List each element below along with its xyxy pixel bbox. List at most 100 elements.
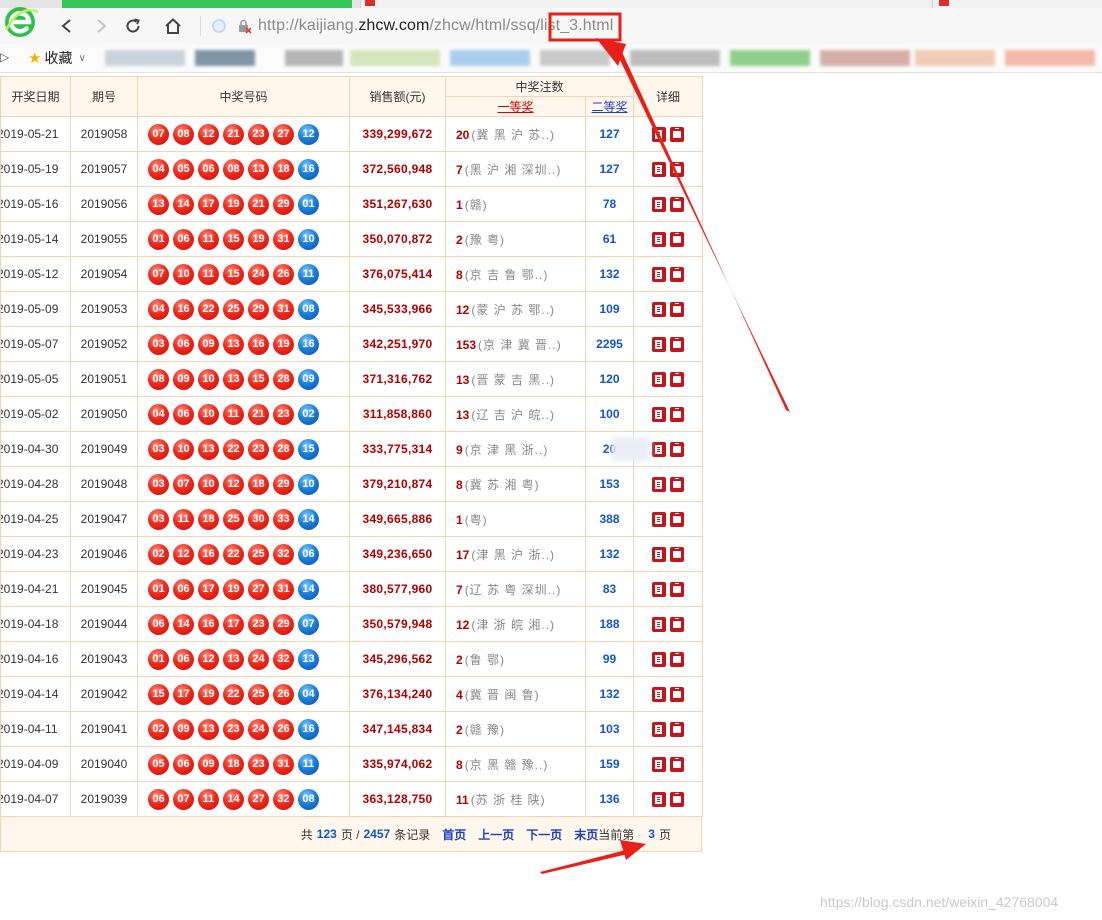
header-row: 开奖日期 期号 中奖号码 销售额(元) 中奖注数 详细 (0, 76, 704, 117)
document-icon[interactable] (652, 231, 667, 247)
video-icon[interactable] (670, 791, 685, 807)
winning-numbers: 13 14 17 19 21 29 01 (138, 193, 349, 215)
document-icon[interactable] (652, 546, 667, 562)
back-arrow-icon[interactable] (54, 13, 80, 39)
blue-ball: 02 (298, 403, 319, 425)
video-icon[interactable] (670, 266, 685, 282)
table-row: 2019-04-28 2019048 03 07 10 12 18 29 10 379,210,8… (0, 466, 704, 502)
bookmarks-favorites[interactable]: ★ 收藏 ∨ (28, 48, 86, 68)
red-ball: 22 (223, 438, 244, 460)
video-icon[interactable] (670, 616, 685, 632)
video-icon[interactable] (670, 546, 685, 562)
table-row: 2019-05-21 2019058 07 08 12 21 23 27 12 339,299,6… (0, 116, 704, 152)
first-prize-provinces: (京 津 冀 晋..) (478, 337, 562, 352)
document-icon[interactable] (652, 721, 667, 737)
blurred-bookmark (195, 50, 255, 66)
tab-3[interactable] (932, 0, 1102, 8)
video-icon[interactable] (670, 476, 685, 492)
first-prize-count: 8 (456, 267, 463, 282)
draw-date: 2019-04-16 (0, 652, 59, 666)
bookmarks-overflow-icon[interactable]: ▷ (0, 50, 9, 64)
video-icon[interactable] (670, 721, 685, 737)
video-icon[interactable] (670, 196, 685, 212)
pager-next-link[interactable]: 下一页 (526, 826, 562, 843)
video-icon[interactable] (670, 581, 685, 597)
red-ball: 10 (173, 263, 194, 285)
document-icon[interactable] (652, 406, 667, 422)
cell-date: 2019-05-05 (0, 361, 71, 397)
video-icon[interactable] (670, 686, 685, 702)
draw-date: 2019-04-09 (0, 757, 59, 771)
document-icon[interactable] (652, 756, 667, 772)
table-row: 2019-05-05 2019051 08 09 10 13 15 28 09 371,316,7… (0, 361, 704, 397)
pager-prev-link[interactable]: 上一页 (478, 826, 514, 843)
pager-last-link[interactable]: 末页 (574, 826, 598, 843)
blurred-bookmark (820, 50, 910, 66)
cell-second-prize: 132 (584, 256, 635, 292)
tab-2[interactable] (360, 0, 931, 8)
document-icon[interactable] (652, 196, 667, 212)
tab-active[interactable] (62, 0, 352, 8)
cell-second-prize: 83 (584, 571, 635, 607)
first-prize-provinces: (京 津 黑 浙..) (464, 442, 549, 457)
url-text[interactable]: http://kaijiang.zhcw.com/zhcw/html/ssq/l… (258, 17, 613, 35)
video-icon[interactable] (670, 406, 685, 422)
pager-first-link[interactable]: 首页 (442, 826, 466, 843)
cell-date: 2019-04-30 (0, 431, 71, 467)
cell-date: 2019-05-09 (0, 291, 71, 327)
document-icon[interactable] (652, 371, 667, 387)
pagination: 共 123 页 / 2457 条记录 首页 上一页 下一页 末页 当前第 3 页 (0, 817, 702, 852)
video-icon[interactable] (670, 441, 685, 457)
video-icon[interactable] (670, 161, 685, 177)
red-ball: 31 (273, 578, 294, 600)
document-icon[interactable] (652, 266, 667, 282)
results-body: 2019-05-21 2019058 07 08 12 21 23 27 12 339,299,6… (0, 116, 704, 817)
cell-date: 2019-04-28 (0, 466, 71, 502)
document-icon[interactable] (652, 686, 667, 702)
cell-sales: 349,665,886 (349, 501, 446, 537)
red-ball: 22 (223, 683, 244, 705)
document-icon[interactable] (652, 651, 667, 667)
video-icon[interactable] (670, 371, 685, 387)
document-icon[interactable] (652, 161, 667, 177)
document-icon[interactable] (652, 511, 667, 527)
video-icon[interactable] (670, 231, 685, 247)
document-icon[interactable] (652, 476, 667, 492)
cell-date: 2019-05-19 (0, 151, 71, 187)
video-icon[interactable] (670, 336, 685, 352)
video-icon[interactable] (670, 756, 685, 772)
cell-second-prize: 61 (584, 221, 635, 257)
cell-sales: 347,145,834 (349, 711, 446, 747)
red-ball: 16 (198, 543, 219, 565)
cell-sales: 349,236,650 (349, 536, 446, 572)
document-icon[interactable] (652, 791, 667, 807)
document-icon[interactable] (652, 301, 667, 317)
header-first-prize[interactable]: 一等奖 (445, 96, 586, 117)
red-ball: 23 (223, 718, 244, 740)
pager-current-prefix: 当前第 (598, 827, 635, 842)
document-icon[interactable] (652, 581, 667, 597)
blue-ball: 08 (298, 788, 319, 810)
video-icon[interactable] (670, 301, 685, 317)
cell-sales: 335,974,062 (349, 746, 446, 782)
document-icon[interactable] (652, 126, 667, 142)
document-icon[interactable] (652, 616, 667, 632)
forward-arrow-icon[interactable] (88, 13, 114, 39)
header-second-prize[interactable]: 二等奖 (584, 96, 635, 117)
draw-date: 2019-05-12 (0, 267, 59, 281)
red-ball: 10 (198, 403, 219, 425)
address-bar[interactable]: http://kaijiang.zhcw.com/zhcw/html/ssq/l… (212, 12, 1072, 40)
document-icon[interactable] (652, 441, 667, 457)
red-ball: 13 (198, 718, 219, 740)
blurred-bookmark (350, 50, 440, 66)
video-icon[interactable] (670, 511, 685, 527)
red-ball: 29 (248, 298, 269, 320)
cell-detail (633, 256, 704, 292)
video-icon[interactable] (670, 126, 685, 142)
document-icon[interactable] (652, 336, 667, 352)
home-icon[interactable] (160, 13, 186, 39)
video-icon[interactable] (670, 651, 685, 667)
reload-icon[interactable] (120, 13, 146, 39)
cell-issue: 2019043 (70, 641, 138, 677)
red-ball: 06 (173, 753, 194, 775)
